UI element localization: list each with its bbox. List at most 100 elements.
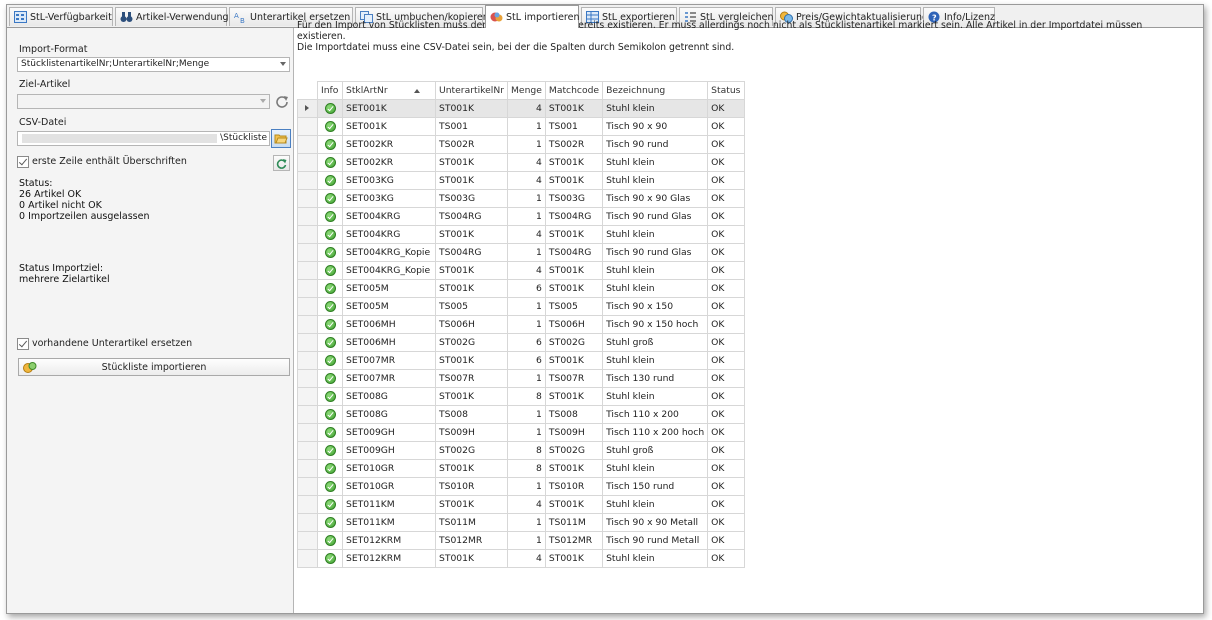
cell-status[interactable]: OK [707, 189, 746, 208]
cell-matchcode[interactable]: TS011M [544, 513, 604, 532]
row-selector[interactable] [297, 369, 318, 388]
cell-menge[interactable]: 1 [507, 531, 546, 550]
table-row[interactable]: SET002KR TS002R 1 TS002R Tisch 90 rund OK [297, 135, 746, 154]
row-selector[interactable] [297, 423, 318, 442]
cell-stklartnr[interactable]: SET004KRG_Kopie [342, 261, 436, 280]
row-selector[interactable] [297, 351, 318, 370]
cell-bezeichnung[interactable]: Stuhl klein [602, 261, 709, 280]
table-row[interactable]: SET008G TS008 1 TS008 Tisch 110 x 200 OK [297, 405, 746, 424]
cell-unterartikelnr[interactable]: ST001K [435, 387, 508, 406]
cell-matchcode[interactable]: ST001K [544, 459, 604, 478]
cell-status[interactable]: OK [707, 297, 746, 316]
cell-bezeichnung[interactable]: Stuhl klein [602, 549, 709, 568]
cell-unterartikelnr[interactable]: ST001K [435, 459, 508, 478]
cell-matchcode[interactable]: ST002G [544, 441, 604, 460]
table-row[interactable]: SET008G ST001K 8 ST001K Stuhl klein OK [297, 387, 746, 406]
cell-status[interactable]: OK [707, 477, 746, 496]
cell-status[interactable]: OK [707, 135, 746, 154]
table-row[interactable]: SET009GH ST002G 8 ST002G Stuhl groß OK [297, 441, 746, 460]
cell-unterartikelnr[interactable]: ST002G [435, 333, 508, 352]
cell-bezeichnung[interactable]: Tisch 90 rund Glas [602, 207, 709, 226]
cell-unterartikelnr[interactable]: TS001 [435, 117, 508, 136]
cell-stklartnr[interactable]: SET005M [342, 279, 436, 298]
column-header-status[interactable]: Status [707, 81, 746, 100]
cell-matchcode[interactable]: TS012MR [544, 531, 604, 550]
cell-matchcode[interactable]: TS009H [544, 423, 604, 442]
tab-stl-importieren[interactable]: StL importieren [485, 5, 579, 28]
cell-matchcode[interactable]: ST001K [544, 495, 604, 514]
cell-unterartikelnr[interactable]: TS003G [435, 189, 508, 208]
cell-status[interactable]: OK [707, 243, 746, 262]
cell-stklartnr[interactable]: SET004KRG_Kopie [342, 243, 436, 262]
cell-unterartikelnr[interactable]: ST001K [435, 261, 508, 280]
row-selector[interactable] [297, 279, 318, 298]
cell-status[interactable]: OK [707, 207, 746, 226]
cell-unterartikelnr[interactable]: TS010R [435, 477, 508, 496]
cell-menge[interactable]: 1 [507, 315, 546, 334]
column-header-info[interactable]: Info [317, 81, 343, 100]
cell-menge[interactable]: 4 [507, 171, 546, 190]
cell-unterartikelnr[interactable]: TS006H [435, 315, 508, 334]
cell-stklartnr[interactable]: SET006MH [342, 315, 436, 334]
cell-matchcode[interactable]: TS001 [544, 117, 604, 136]
table-row[interactable]: SET004KRG TS004RG 1 TS004RG Tisch 90 rund Gl… [297, 207, 746, 226]
cell-status[interactable]: OK [707, 405, 746, 424]
cell-unterartikelnr[interactable]: ST001K [435, 225, 508, 244]
table-row[interactable]: SET012KRM TS012MR 1 TS012MR Tisch 90 rund Me… [297, 531, 746, 550]
cell-bezeichnung[interactable]: Stuhl groß [602, 441, 709, 460]
cell-status[interactable]: OK [707, 117, 746, 136]
cell-bezeichnung[interactable]: Stuhl klein [602, 171, 709, 190]
cell-bezeichnung[interactable]: Stuhl klein [602, 495, 709, 514]
cell-menge[interactable]: 1 [507, 135, 546, 154]
cell-unterartikelnr[interactable]: TS002R [435, 135, 508, 154]
cell-unterartikelnr[interactable]: ST002G [435, 441, 508, 460]
cell-bezeichnung[interactable]: Tisch 90 rund [602, 135, 709, 154]
replace-subitems-checkbox[interactable] [17, 338, 29, 350]
cell-unterartikelnr[interactable]: TS007R [435, 369, 508, 388]
table-row[interactable]: SET007MR ST001K 6 ST001K Stuhl klein OK [297, 351, 746, 370]
cell-stklartnr[interactable]: SET002KR [342, 135, 436, 154]
cell-menge[interactable]: 4 [507, 261, 546, 280]
table-row[interactable]: SET004KRG_Kopie TS004RG 1 TS004RG Tisch 90 r… [297, 243, 746, 262]
row-selector[interactable] [297, 441, 318, 460]
cell-stklartnr[interactable]: SET006MH [342, 333, 436, 352]
cell-stklartnr[interactable]: SET003KG [342, 189, 436, 208]
cell-matchcode[interactable]: TS004RG [544, 207, 604, 226]
cell-unterartikelnr[interactable]: TS012MR [435, 531, 508, 550]
table-row[interactable]: SET006MH TS006H 1 TS006H Tisch 90 x 150 hoch… [297, 315, 746, 334]
cell-unterartikelnr[interactable]: TS005 [435, 297, 508, 316]
cell-menge[interactable]: 6 [507, 279, 546, 298]
column-header-menge[interactable]: Menge [507, 81, 546, 100]
row-selector[interactable] [297, 297, 318, 316]
cell-stklartnr[interactable]: SET011KM [342, 513, 436, 532]
cell-bezeichnung[interactable]: Stuhl klein [602, 387, 709, 406]
cell-stklartnr[interactable]: SET010GR [342, 459, 436, 478]
cell-bezeichnung[interactable]: Stuhl klein [602, 279, 709, 298]
row-selector[interactable] [297, 189, 318, 208]
cell-bezeichnung[interactable]: Stuhl klein [602, 351, 709, 370]
row-selector[interactable] [297, 117, 318, 136]
table-row[interactable]: SET010GR TS010R 1 TS010R Tisch 150 rund OK [297, 477, 746, 496]
cell-unterartikelnr[interactable]: ST001K [435, 279, 508, 298]
cell-stklartnr[interactable]: SET007MR [342, 369, 436, 388]
cell-unterartikelnr[interactable]: TS004RG [435, 243, 508, 262]
cell-matchcode[interactable]: ST001K [544, 351, 604, 370]
row-selector[interactable] [297, 477, 318, 496]
cell-stklartnr[interactable]: SET012KRM [342, 549, 436, 568]
cell-status[interactable]: OK [707, 171, 746, 190]
table-row[interactable]: SET011KM ST001K 4 ST001K Stuhl klein OK [297, 495, 746, 514]
table-row[interactable]: SET006MH ST002G 6 ST002G Stuhl groß OK [297, 333, 746, 352]
column-header-matchcode[interactable]: Matchcode [544, 81, 604, 100]
row-selector[interactable] [297, 459, 318, 478]
cell-menge[interactable]: 4 [507, 153, 546, 172]
cell-stklartnr[interactable]: SET004KRG [342, 207, 436, 226]
cell-unterartikelnr[interactable]: ST001K [435, 171, 508, 190]
cell-status[interactable]: OK [707, 369, 746, 388]
table-row[interactable]: SET005M ST001K 6 ST001K Stuhl klein OK [297, 279, 746, 298]
cell-bezeichnung[interactable]: Stuhl klein [602, 459, 709, 478]
column-header-unterartikelnr[interactable]: UnterartikelNr [435, 81, 508, 100]
table-row[interactable]: SET004KRG ST001K 4 ST001K Stuhl klein OK [297, 225, 746, 244]
cell-status[interactable]: OK [707, 459, 746, 478]
header-row-checkbox[interactable] [17, 156, 29, 168]
cell-bezeichnung[interactable]: Tisch 90 rund Metall [602, 531, 709, 550]
